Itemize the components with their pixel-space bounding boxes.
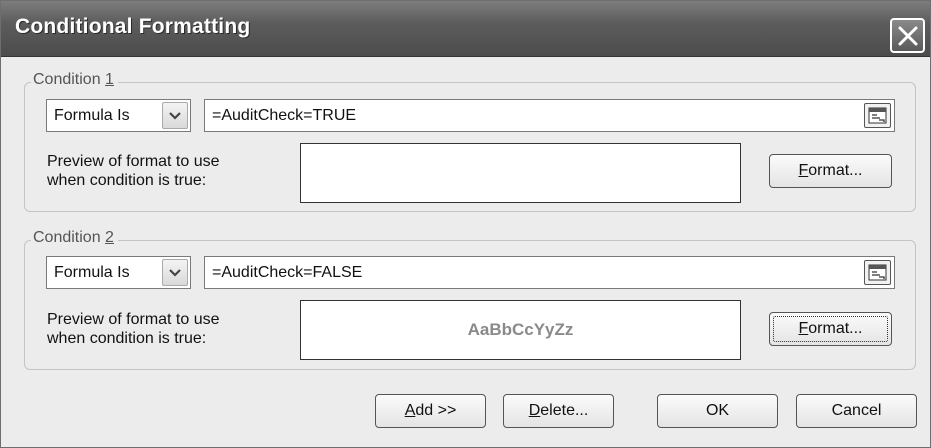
- collapse-dialog-icon: [868, 107, 887, 124]
- condition-1-preview-box: [300, 143, 741, 203]
- ok-button[interactable]: OK: [657, 394, 778, 428]
- condition-1-label: Condition 1: [31, 71, 118, 89]
- close-button[interactable]: [890, 18, 925, 53]
- condition-1-type-value: Formula Is: [54, 107, 130, 124]
- close-x-icon: [898, 26, 918, 46]
- condition-2-preview-box: AaBbCcYyZz: [300, 300, 741, 360]
- condition-2-preview-label: Preview of format to use when condition …: [47, 311, 220, 347]
- condition-1-preview-label: Preview of format to use when condition …: [47, 153, 220, 189]
- condition-1-format-button[interactable]: Format...: [769, 154, 892, 188]
- condition-2-preview-sample: AaBbCcYyZz: [467, 320, 574, 339]
- cancel-button[interactable]: Cancel: [796, 394, 917, 428]
- condition-2-formula-input[interactable]: =AuditCheck=FALSE: [204, 256, 895, 289]
- condition-1-type-dropdown-button[interactable]: [162, 102, 188, 129]
- condition-1-formula-input[interactable]: =AuditCheck=TRUE: [204, 99, 895, 132]
- condition-1-type-select[interactable]: Formula Is: [46, 99, 191, 132]
- condition-1-range-picker-button[interactable]: [864, 103, 891, 128]
- conditional-formatting-dialog: Conditional Formatting Condition 1 Formu…: [0, 0, 931, 448]
- delete-button[interactable]: Delete...: [503, 394, 614, 428]
- chevron-down-icon: [169, 269, 181, 277]
- dialog-title: Conditional Formatting: [15, 15, 251, 38]
- condition-2-range-picker-button[interactable]: [864, 260, 891, 285]
- add-button[interactable]: Add >>: [375, 394, 486, 428]
- condition-2-label: Condition 2: [31, 229, 118, 247]
- condition-1-formula-value: =AuditCheck=TRUE: [212, 107, 357, 124]
- title-bar[interactable]: Conditional Formatting: [1, 1, 930, 57]
- condition-2-formula-value: =AuditCheck=FALSE: [212, 264, 363, 281]
- chevron-down-icon: [169, 112, 181, 120]
- condition-2-type-value: Formula Is: [54, 264, 130, 281]
- condition-2-type-select[interactable]: Formula Is: [46, 256, 191, 289]
- condition-2-format-button[interactable]: Format...: [769, 312, 892, 346]
- collapse-dialog-icon: [868, 264, 887, 281]
- condition-2-type-dropdown-button[interactable]: [162, 259, 188, 286]
